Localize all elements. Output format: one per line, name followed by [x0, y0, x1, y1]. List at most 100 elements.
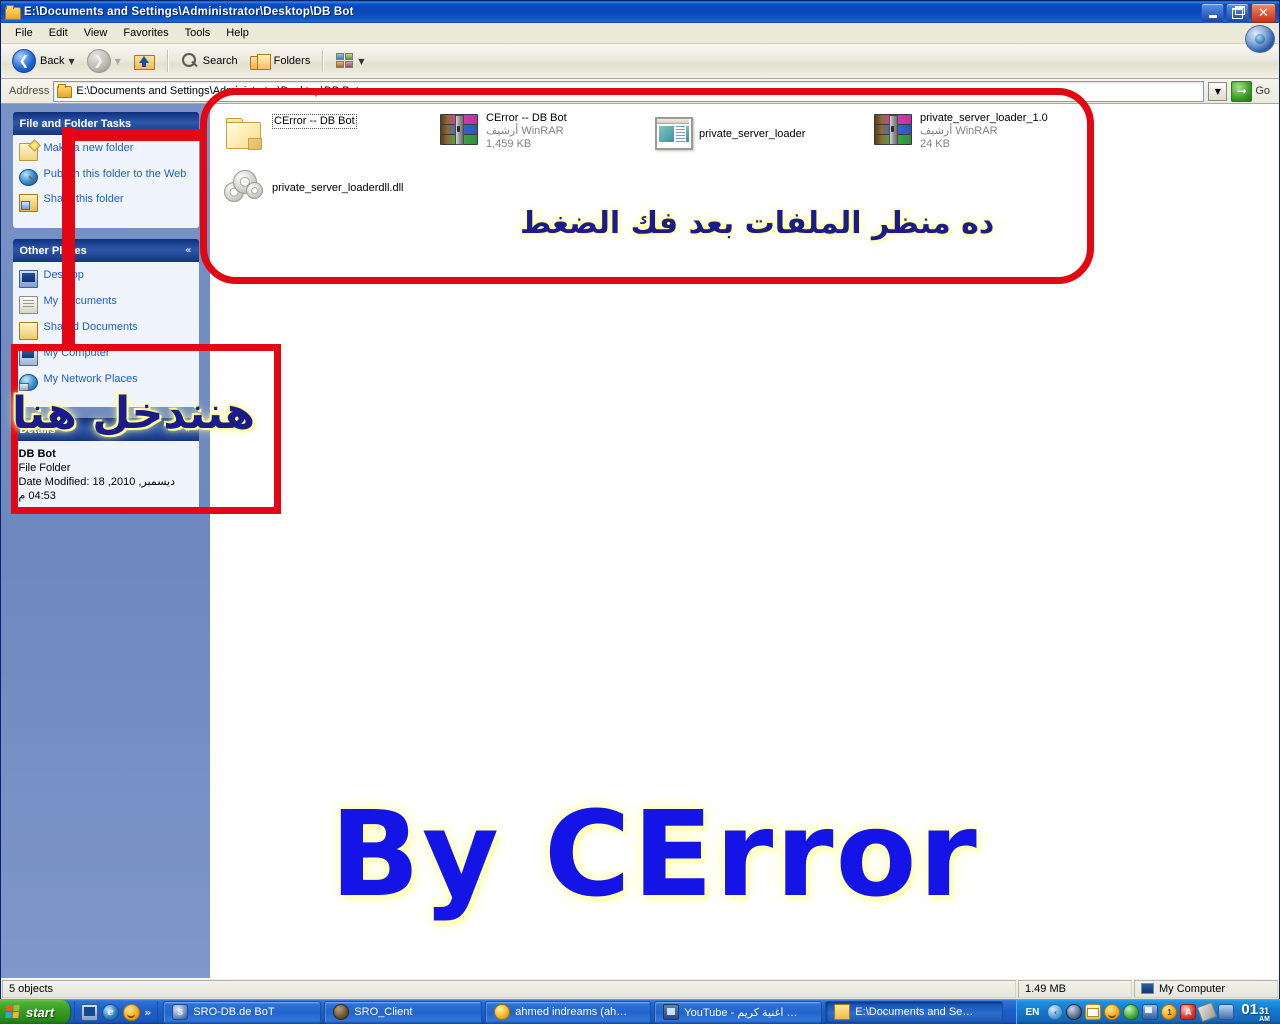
file-item[interactable]: private_server_loaderdll.dll	[222, 168, 482, 204]
place-my-documents[interactable]: My Documents	[18, 295, 193, 314]
folders-label: Folders	[273, 55, 311, 67]
my-computer-icon	[1141, 983, 1155, 995]
place-desktop[interactable]: Desktop	[18, 269, 193, 288]
go-button[interactable]: ➞ Go	[1231, 80, 1275, 102]
clock-ampm: AM	[1259, 1016, 1270, 1023]
download-manager-icon[interactable]: 1	[1161, 1004, 1178, 1020]
task-share-this-folder[interactable]: Share this folder	[18, 193, 193, 212]
views-button[interactable]: ▼	[331, 48, 369, 74]
navigation-toolbar: ❮ Back ▼ ❯ ▼ Search Folders ▼	[1, 44, 1279, 79]
mail-icon[interactable]	[1085, 1004, 1102, 1020]
views-dropdown-icon[interactable]: ▼	[358, 57, 364, 66]
address-input[interactable]: E:\Documents and Settings\Administrator\…	[53, 80, 1205, 102]
back-arrow-icon: ❮	[12, 49, 36, 73]
task-make-new-folder[interactable]: Make a new folder	[18, 142, 193, 161]
taskbar-item-sro-client[interactable]: SRO_Client	[324, 1000, 483, 1024]
menu-bar: File Edit View Favorites Tools Help	[1, 23, 1279, 44]
place-my-computer[interactable]: My Computer	[18, 347, 193, 366]
chevron-down-icon[interactable]: »	[185, 424, 191, 435]
status-size: 1.49 MB	[1018, 980, 1132, 998]
internet-explorer-icon[interactable]: e	[102, 1003, 120, 1021]
close-button[interactable]: ✕	[1251, 3, 1276, 23]
other-places-panel-title: Other Places	[19, 244, 87, 257]
file-name: private_server_loader_1.0	[920, 112, 1048, 124]
windows-flag-orb-icon	[1245, 25, 1275, 53]
details-panel-header[interactable]: Details »	[12, 418, 199, 441]
chevron-up-icon[interactable]: «	[185, 245, 191, 256]
other-places-panel: Other Places « Desktop My Documents Shar…	[12, 239, 199, 407]
tasks-panel-header[interactable]: File and Folder Tasks	[12, 112, 199, 135]
sro-bot-icon: S	[172, 1004, 189, 1020]
taskbar-clock[interactable]: 01 31 AM	[1237, 1001, 1276, 1023]
details-date-modified: Date Modified: 18 ديسمبر, 2010, 04:53 م	[18, 476, 175, 502]
status-bar: 5 objects 1.49 MB My Computer	[1, 978, 1279, 999]
file-item[interactable]: CError -- DB Bot	[224, 114, 439, 150]
status-location-label: My Computer	[1159, 983, 1226, 995]
up-one-level-button[interactable]	[128, 48, 160, 74]
taskbar-item-messenger[interactable]: ahmed indreams (ah…	[485, 1000, 652, 1024]
back-button[interactable]: ❮ Back ▼	[7, 48, 80, 74]
file-item[interactable]: CError -- DB Bot أرشيف WinRAR 1,459 KB	[438, 112, 653, 151]
explorer-body: File and Folder Tasks Make a new folder …	[1, 104, 1279, 978]
globe-icon	[18, 169, 38, 186]
messenger-tray-icon[interactable]	[1104, 1004, 1121, 1020]
chevron-down-icon: ▼	[1214, 86, 1221, 96]
minimize-button[interactable]	[1201, 3, 1224, 23]
taskbar-item-label: YouTube - اغنية كريم …	[684, 1006, 798, 1019]
forward-button[interactable]: ❯ ▼	[82, 48, 126, 74]
more-icon[interactable]: »	[144, 1006, 151, 1019]
menu-view[interactable]: View	[76, 25, 116, 41]
start-button[interactable]: start	[0, 1000, 72, 1024]
place-shared-documents[interactable]: Shared Documents	[18, 321, 193, 340]
folders-icon	[249, 53, 271, 70]
window-controls: ✕	[1201, 3, 1276, 23]
media-icon[interactable]	[1218, 1004, 1235, 1020]
menu-file[interactable]: File	[7, 25, 41, 41]
details-panel: Details » DB Bot File Folder Date Modifi…	[12, 418, 199, 512]
address-dropdown-button[interactable]: ▼	[1208, 81, 1228, 101]
language-indicator[interactable]: EN	[1023, 1007, 1043, 1018]
file-list[interactable]: CError -- DB Bot CError -- DB Bot أرشيف …	[210, 104, 1279, 978]
network-tray-icon[interactable]	[1142, 1004, 1159, 1020]
address-bar: Address E:\Documents and Settings\Admini…	[1, 79, 1279, 104]
menu-favorites[interactable]: Favorites	[115, 25, 176, 41]
windows-flag-icon	[5, 1005, 22, 1019]
place-label: My Network Places	[43, 373, 138, 385]
show-desktop-icon[interactable]	[81, 1003, 99, 1021]
forward-dropdown-icon: ▼	[114, 56, 121, 66]
taskbar-item-explorer[interactable]: E:\Documents and Se…	[825, 1000, 1004, 1024]
file-name: private_server_loader	[699, 128, 806, 140]
address-value: E:\Documents and Settings\Administrator\…	[76, 85, 359, 97]
status-objects: 5 objects	[2, 980, 1016, 998]
messenger-icon[interactable]	[123, 1003, 141, 1021]
file-item[interactable]: private_server_loader_1.0 أرشيف WinRAR 2…	[872, 112, 1087, 151]
go-label: Go	[1255, 85, 1270, 97]
pen-tool-icon[interactable]	[1197, 1001, 1218, 1023]
taskbar-item-youtube[interactable]: YouTube - اغنية كريم …	[654, 1000, 823, 1024]
menu-help[interactable]: Help	[218, 25, 257, 41]
explorer-sidebar: File and Folder Tasks Make a new folder …	[1, 104, 210, 978]
task-publish-folder-to-web[interactable]: Publish this folder to the Web	[18, 168, 193, 186]
folders-button[interactable]: Folders	[245, 48, 316, 74]
taskbar-item-sro-bot[interactable]: S SRO-DB.de BoT	[163, 1000, 322, 1024]
back-dropdown-icon[interactable]: ▼	[68, 57, 74, 66]
place-label: My Documents	[43, 295, 117, 307]
shield-icon[interactable]	[1123, 1004, 1140, 1020]
menu-tools[interactable]: Tools	[177, 25, 219, 41]
menu-edit[interactable]: Edit	[41, 25, 76, 41]
search-button[interactable]: Search	[176, 48, 243, 74]
system-tray: EN ‹ 1 A 01 31 AM	[1015, 1000, 1280, 1024]
sro-tray-icon[interactable]	[1066, 1004, 1083, 1020]
tray-expand-icon[interactable]: ‹	[1047, 1004, 1064, 1020]
up-folder-icon	[133, 51, 155, 71]
back-label: Back	[40, 55, 65, 67]
place-my-network-places[interactable]: My Network Places	[18, 373, 193, 391]
file-item[interactable]: private_server_loader	[653, 114, 868, 150]
antivirus-icon[interactable]: A	[1180, 1004, 1197, 1020]
file-name: CError -- DB Bot	[272, 114, 357, 129]
tasks-panel-title: File and Folder Tasks	[19, 117, 132, 130]
folder-icon	[4, 5, 21, 20]
other-places-panel-header[interactable]: Other Places «	[12, 239, 199, 262]
restore-button[interactable]	[1226, 3, 1249, 23]
documents-icon	[18, 296, 38, 314]
